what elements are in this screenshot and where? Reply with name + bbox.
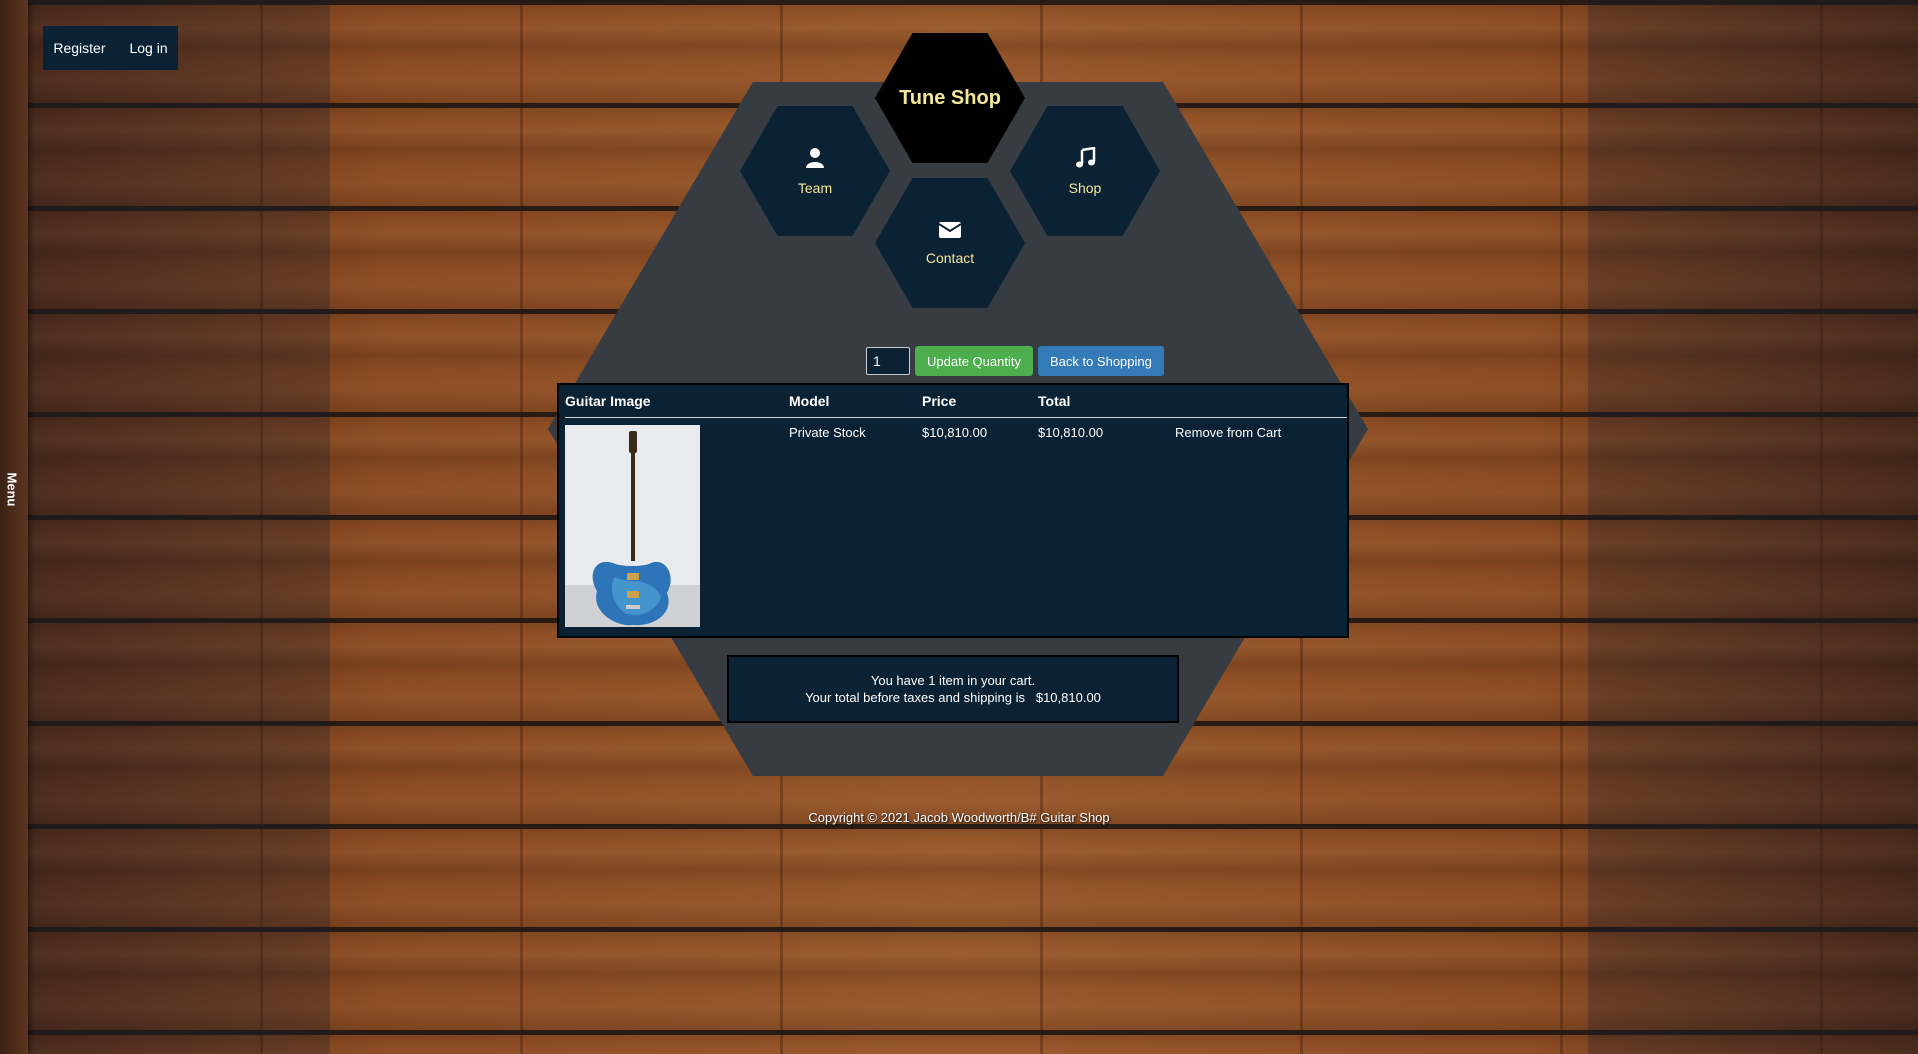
music-icon [1074,146,1096,172]
nav-team-label: Team [797,179,833,196]
cart-table: Guitar Image Model Price Total Private S… [565,385,1347,627]
background-shade-left [28,0,330,1054]
header-total: Total [1038,385,1175,418]
envelope-icon [938,221,962,242]
background-shade-right [1588,0,1918,1054]
table-row: Private Stock $10,810.00 $10,810.00 Remo… [565,418,1347,628]
footer-copyright: Copyright © 2021 Jacob Woodworth/B# Guit… [808,810,1110,825]
update-quantity-button[interactable]: Update Quantity [915,346,1033,376]
summary-total: Your total before taxes and shipping is … [805,690,1101,705]
nav-contact-label: Contact [925,249,975,266]
cart-controls: Update Quantity Back to Shopping [866,346,1164,376]
register-link[interactable]: Register [53,40,105,56]
guitar-image [565,425,700,627]
header-model: Model [789,385,922,418]
side-menu-tab[interactable]: Menu [0,0,28,1054]
back-to-shopping-button[interactable]: Back to Shopping [1037,346,1164,376]
cell-image [565,418,789,627]
cell-model: Private Stock [789,425,866,440]
cell-price: $10,810.00 [922,425,988,440]
auth-bar: Register Log in [43,26,178,70]
nav-shop-label: Shop [1068,179,1102,196]
header-action [1175,385,1347,418]
header-guitar-image: Guitar Image [565,385,789,418]
cart-summary: You have 1 item in your cart. Your total… [727,655,1179,723]
user-icon [805,147,825,172]
cell-total: $10,810.00 [1038,425,1104,440]
login-link[interactable]: Log in [129,40,167,56]
side-menu-label: Menu [4,472,20,507]
cart-header-row: Guitar Image Model Price Total [565,385,1347,418]
cart-panel: Guitar Image Model Price Total Private S… [557,383,1349,638]
brand-title: Tune Shop [899,86,1001,109]
header-price: Price [922,385,1038,418]
quantity-input[interactable] [866,347,910,375]
remove-from-cart-link[interactable]: Remove from Cart [1175,418,1347,628]
summary-item-count: You have 1 item in your cart. [870,673,1036,688]
